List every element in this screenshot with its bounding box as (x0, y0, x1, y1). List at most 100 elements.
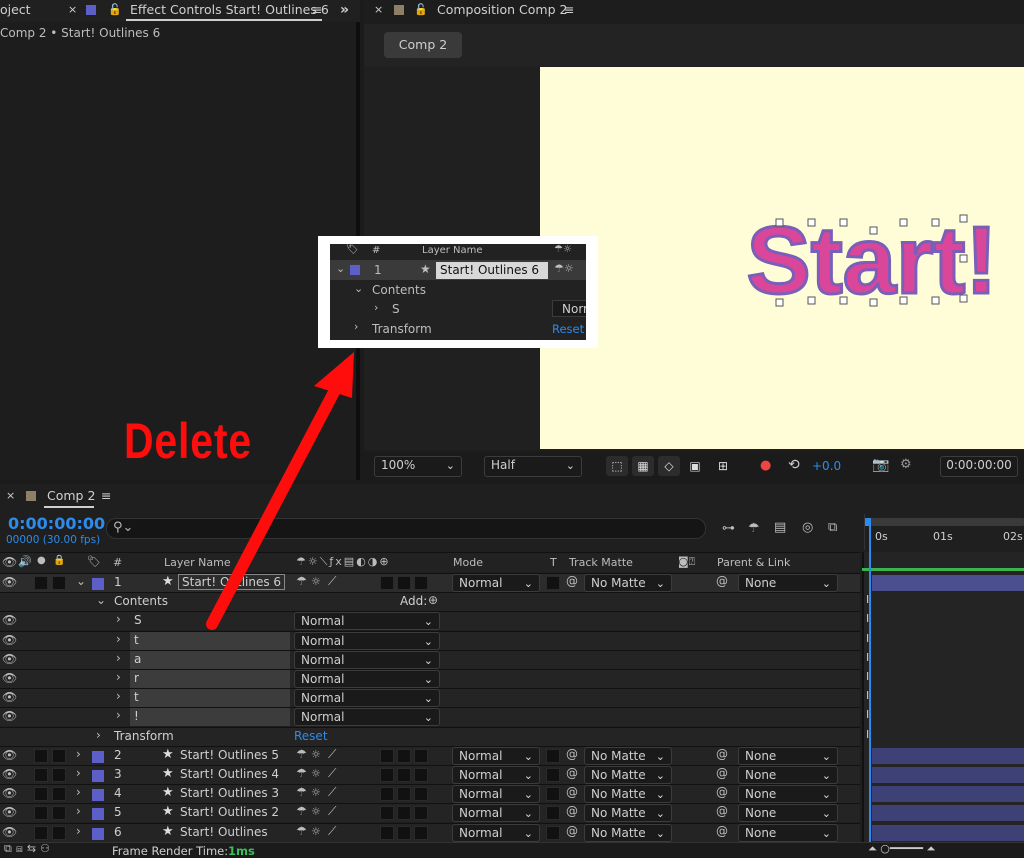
twirl-closed-icon[interactable]: › (116, 612, 121, 626)
shy-switch-icon[interactable]: ☂ (296, 804, 307, 818)
layer-name[interactable]: Start! Outlines (180, 825, 268, 839)
switch-box[interactable] (414, 787, 428, 802)
tab-project[interactable]: oject (0, 0, 31, 22)
twirl-closed-icon[interactable]: › (116, 632, 121, 646)
audio-toggle[interactable] (34, 787, 48, 802)
col-layer-name[interactable]: Layer Name (164, 556, 231, 569)
twirl-closed-icon[interactable]: › (116, 708, 121, 722)
switch-box[interactable] (380, 806, 394, 821)
content-item-name-field[interactable] (130, 689, 290, 708)
layer-name[interactable]: Start! Outlines 5 (180, 748, 279, 762)
solo-toggle[interactable] (52, 787, 66, 802)
parent-pickwhip-icon[interactable]: @ (716, 824, 728, 838)
layer-row[interactable]: 👁 › 2 ★ Start! Outlines 5 ☂ ☼ ⟋ Normal ⌄ … (0, 745, 860, 765)
twirl-closed-icon[interactable]: › (76, 804, 81, 818)
content-item-name[interactable]: t (134, 633, 139, 647)
quality-switch-icon[interactable]: ☼ (311, 805, 321, 818)
quality-line-icon[interactable]: ⟋ (328, 804, 336, 819)
quality-line-icon[interactable]: ⟋ (328, 824, 336, 839)
content-item-name[interactable]: ! (134, 709, 139, 723)
shy-switch-icon[interactable]: ☂ (296, 785, 307, 799)
label-color-swatch[interactable] (92, 770, 104, 782)
content-item-name-field[interactable] (130, 631, 290, 650)
content-mode-select[interactable]: Normal ⌄ (294, 708, 440, 727)
time-ruler[interactable]: 0s 01s 02s (864, 514, 1024, 550)
zoom-select[interactable]: 100% ⌄ (374, 456, 462, 477)
visibility-icon[interactable]: 👁 (2, 709, 17, 723)
pickwhip-icon[interactable]: @ (566, 766, 578, 780)
content-item-row[interactable]: 👁 › S Normal ⌄ (0, 611, 860, 631)
shy-icon[interactable]: ☂ (748, 521, 760, 536)
tab-composition[interactable]: Composition Comp 2 (437, 0, 567, 22)
contents-row[interactable]: ⌄ Contents Add: ⊕ (0, 592, 860, 612)
parent-pickwhip-icon[interactable]: @ (716, 766, 728, 780)
preserve-transparency-box[interactable] (546, 576, 560, 590)
quality-line-icon[interactable]: ⟋ (328, 747, 336, 762)
solo-toggle[interactable] (52, 825, 66, 840)
channel-icon[interactable]: ● (760, 458, 771, 473)
switch-box[interactable] (414, 806, 428, 821)
comp-text-layer[interactable]: Start! (540, 67, 1024, 449)
transform-row[interactable]: › Transform Reset (0, 726, 860, 746)
twirl-closed-icon[interactable]: › (76, 766, 81, 780)
graph-editor-icon[interactable]: ⧉ (828, 520, 837, 535)
layer-bar[interactable] (872, 805, 1024, 822)
visibility-icon[interactable]: 👁 (2, 825, 17, 839)
transparency-grid-icon[interactable]: ▦ (632, 456, 654, 476)
parent-select[interactable]: None ⌄ (738, 746, 838, 765)
twirl-open-icon[interactable]: ⌄ (76, 574, 86, 588)
comp-flowchart-icon[interactable]: ⊶ (722, 521, 735, 536)
add-label[interactable]: Add: (400, 594, 427, 608)
audio-toggle[interactable] (34, 825, 48, 840)
region-of-interest-icon[interactable]: ⬚ (606, 456, 628, 476)
track-matte-select[interactable]: No Matte ⌄ (584, 574, 672, 592)
mode-select[interactable]: Normal ⌄ (452, 804, 540, 823)
layer-name[interactable]: Start! Outlines 2 (180, 805, 279, 819)
content-item-name[interactable]: a (134, 652, 141, 666)
switch-box[interactable] (380, 768, 394, 782)
twirl-closed-icon[interactable]: › (76, 824, 81, 838)
content-item-row[interactable]: 👁 › a Normal ⌄ (0, 649, 860, 669)
resolution-select[interactable]: Half ⌄ (484, 456, 582, 477)
search-input[interactable]: ⚲⌄ (106, 518, 706, 539)
col-mode[interactable]: Mode (453, 556, 483, 569)
solo-toggle[interactable] (52, 806, 66, 821)
content-item-row[interactable]: 👁 › r Normal ⌄ (0, 669, 860, 688)
twirl-closed-icon[interactable]: › (76, 785, 81, 799)
mode-select[interactable]: Normal ⌄ (452, 823, 540, 842)
preserve-transparency-box[interactable] (546, 806, 560, 821)
audio-toggle[interactable] (34, 768, 48, 782)
content-mode-select[interactable]: Normal ⌄ (294, 612, 440, 631)
mode-select[interactable]: Normal ⌄ (452, 746, 540, 765)
panel-menu-icon[interactable]: ≡ (101, 486, 111, 508)
close-icon[interactable]: × (374, 0, 383, 22)
panel-menu-icon[interactable]: ≡ (312, 0, 322, 22)
exposure-reset-icon[interactable]: ⟲ (788, 457, 800, 473)
layer-bar[interactable] (872, 747, 1024, 764)
content-item-name-field[interactable] (130, 670, 290, 688)
quality-switch-icon[interactable]: ☼ (311, 575, 321, 588)
switch-box[interactable] (414, 748, 428, 763)
expand-panels-icon[interactable]: » (340, 0, 349, 22)
track-matte-select[interactable]: No Matte ⌄ (584, 823, 672, 842)
twirl-closed-icon[interactable]: › (76, 747, 81, 761)
content-mode-select[interactable]: Normal ⌄ (294, 631, 440, 650)
solo-toggle[interactable] (52, 576, 66, 590)
pickwhip-icon[interactable]: @ (566, 804, 578, 818)
parent-select[interactable]: None ⌄ (738, 766, 838, 784)
switch-box[interactable] (380, 825, 394, 840)
track-matte-select[interactable]: No Matte ⌄ (584, 746, 672, 765)
mode-select[interactable]: Normal ⌄ (452, 785, 540, 804)
label-color-swatch[interactable] (92, 789, 104, 802)
content-mode-select[interactable]: Normal ⌄ (294, 689, 440, 708)
switch-box[interactable] (397, 787, 411, 802)
content-item-row[interactable]: 👁 › ! Normal ⌄ (0, 707, 860, 727)
parent-pickwhip-icon[interactable]: @ (716, 747, 728, 761)
track-matte-select[interactable]: No Matte ⌄ (584, 785, 672, 804)
parent-pickwhip-icon[interactable]: @ (716, 785, 728, 799)
content-item-row[interactable]: 👁 › t Normal ⌄ (0, 630, 860, 650)
content-item-name-field[interactable] (130, 650, 290, 669)
footer-icons[interactable]: ⧉⧈⇆⚇ (4, 842, 54, 856)
content-item-name-field[interactable] (130, 708, 290, 727)
layer-row[interactable]: 👁 › 3 ★ Start! Outlines 4 ☂ ☼ ⟋ Normal ⌄ … (0, 765, 860, 784)
